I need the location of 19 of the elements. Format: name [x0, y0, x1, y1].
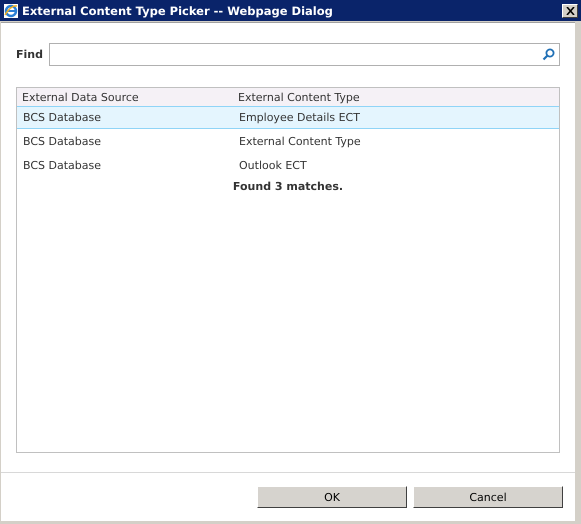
table-cell-text: Employee Details ECT [238, 111, 361, 124]
cancel-button[interactable]: Cancel [413, 486, 563, 508]
search-icon[interactable] [542, 48, 555, 61]
table-cell-text: BCS Database [22, 134, 102, 148]
browser-logo-icon [3, 2, 19, 18]
search-field[interactable] [49, 43, 560, 66]
find-label: Find [16, 48, 43, 61]
column-header: External Data Source [21, 90, 140, 104]
status-text: Found 3 matches. [232, 180, 344, 193]
close-icon[interactable] [566, 6, 574, 14]
close-button[interactable] [562, 4, 578, 18]
table-cell-text: Outlook ECT [238, 158, 308, 172]
table-cell-text: External Content Type [238, 134, 362, 148]
table-cell-text: BCS Database [22, 158, 102, 172]
ok-button[interactable]: OK [257, 486, 407, 508]
table-row[interactable]: BCS Database Employee Details ECT [17, 106, 559, 129]
table-cell-text: BCS Database [22, 111, 102, 124]
column-header: External Content Type [237, 90, 361, 104]
window-title: External Content Type Picker -- Webpage Dialog [22, 4, 334, 18]
